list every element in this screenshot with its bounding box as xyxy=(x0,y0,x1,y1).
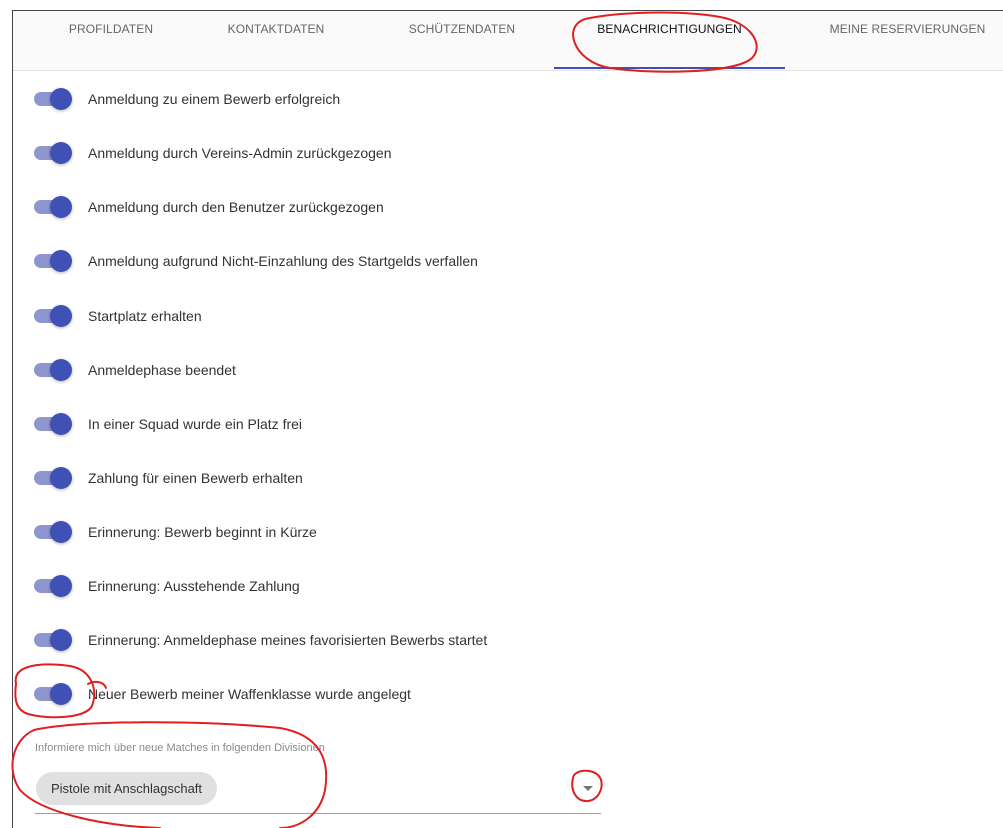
notification-toggle-row[interactable]: Neuer Bewerb meiner Waffenklasse wurde a… xyxy=(32,679,411,709)
notification-label: Anmeldephase beendet xyxy=(88,362,236,378)
toggle-switch[interactable] xyxy=(32,195,72,219)
toggle-switch[interactable] xyxy=(32,412,72,436)
notification-toggle-row[interactable]: Anmeldung aufgrund Nicht-Einzahlung des … xyxy=(32,246,478,276)
notification-toggle-row[interactable]: Startplatz erhalten xyxy=(32,301,202,331)
notification-label: Erinnerung: Anmeldephase meines favorisi… xyxy=(88,632,488,648)
dropdown-arrow-icon[interactable] xyxy=(583,786,593,791)
notification-toggle-row[interactable]: Anmeldung zu einem Bewerb erfolgreich xyxy=(32,84,340,114)
notification-toggle-row[interactable]: Erinnerung: Anmeldephase meines favorisi… xyxy=(32,625,487,655)
tab-meine-reservierungen[interactable]: MEINE RESERVIERUNGEN xyxy=(812,0,1003,59)
toggle-switch[interactable] xyxy=(32,358,72,382)
notification-label: Anmeldung aufgrund Nicht-Einzahlung des … xyxy=(88,253,478,269)
notification-label: Neuer Bewerb meiner Waffenklasse wurde a… xyxy=(88,686,411,702)
tab-profildaten[interactable]: PROFILDATEN xyxy=(56,0,166,59)
notification-label: Startplatz erhalten xyxy=(88,308,202,324)
toggle-switch[interactable] xyxy=(32,682,72,706)
notification-toggle-row[interactable]: Erinnerung: Bewerb beginnt in Kürze xyxy=(32,517,317,547)
notification-toggle-row[interactable]: Anmeldung durch Vereins-Admin zurückgezo… xyxy=(32,138,392,168)
toggle-switch[interactable] xyxy=(32,520,72,544)
notification-label: Erinnerung: Ausstehende Zahlung xyxy=(88,578,300,594)
toggle-switch[interactable] xyxy=(32,141,72,165)
notification-label: Erinnerung: Bewerb beginnt in Kürze xyxy=(88,524,317,540)
toggle-switch[interactable] xyxy=(32,574,72,598)
notification-toggle-row[interactable]: In einer Squad wurde ein Platz frei xyxy=(32,409,302,439)
toggle-switch[interactable] xyxy=(32,466,72,490)
division-chip[interactable]: Pistole mit Anschlagschaft xyxy=(36,772,218,805)
notification-toggle-row[interactable]: Zahlung für einen Bewerb erhalten xyxy=(32,463,303,493)
notification-toggle-row[interactable]: Anmeldung durch den Benutzer zurückgezog… xyxy=(32,192,384,222)
toggle-switch[interactable] xyxy=(32,304,72,328)
tab-schuetzendaten[interactable]: SCHÜTZENDATEN xyxy=(395,0,529,59)
toggle-switch[interactable] xyxy=(32,249,72,273)
notification-label: Zahlung für einen Bewerb erhalten xyxy=(88,470,303,486)
divisions-field-label: Informiere mich über neue Matches in fol… xyxy=(35,742,325,754)
notification-label: Anmeldung zu einem Bewerb erfolgreich xyxy=(88,91,341,107)
active-tab-indicator xyxy=(554,67,785,69)
toggle-switch[interactable] xyxy=(32,87,72,111)
divisions-select-underline xyxy=(35,813,601,814)
toggle-switch[interactable] xyxy=(32,628,72,652)
tab-benachrichtigungen[interactable]: BENACHRICHTIGUNGEN xyxy=(554,0,785,59)
notification-toggle-row[interactable]: Erinnerung: Ausstehende Zahlung xyxy=(32,571,300,601)
notification-label: Anmeldung durch den Benutzer zurückgezog… xyxy=(88,199,384,215)
window-left-border xyxy=(12,10,13,828)
notification-toggle-row[interactable]: Anmeldephase beendet xyxy=(32,355,236,385)
tab-kontaktdaten[interactable]: KONTAKTDATEN xyxy=(213,0,339,59)
notification-label: Anmeldung durch Vereins-Admin zurückgezo… xyxy=(88,145,392,161)
notification-label: In einer Squad wurde ein Platz frei xyxy=(88,416,303,432)
